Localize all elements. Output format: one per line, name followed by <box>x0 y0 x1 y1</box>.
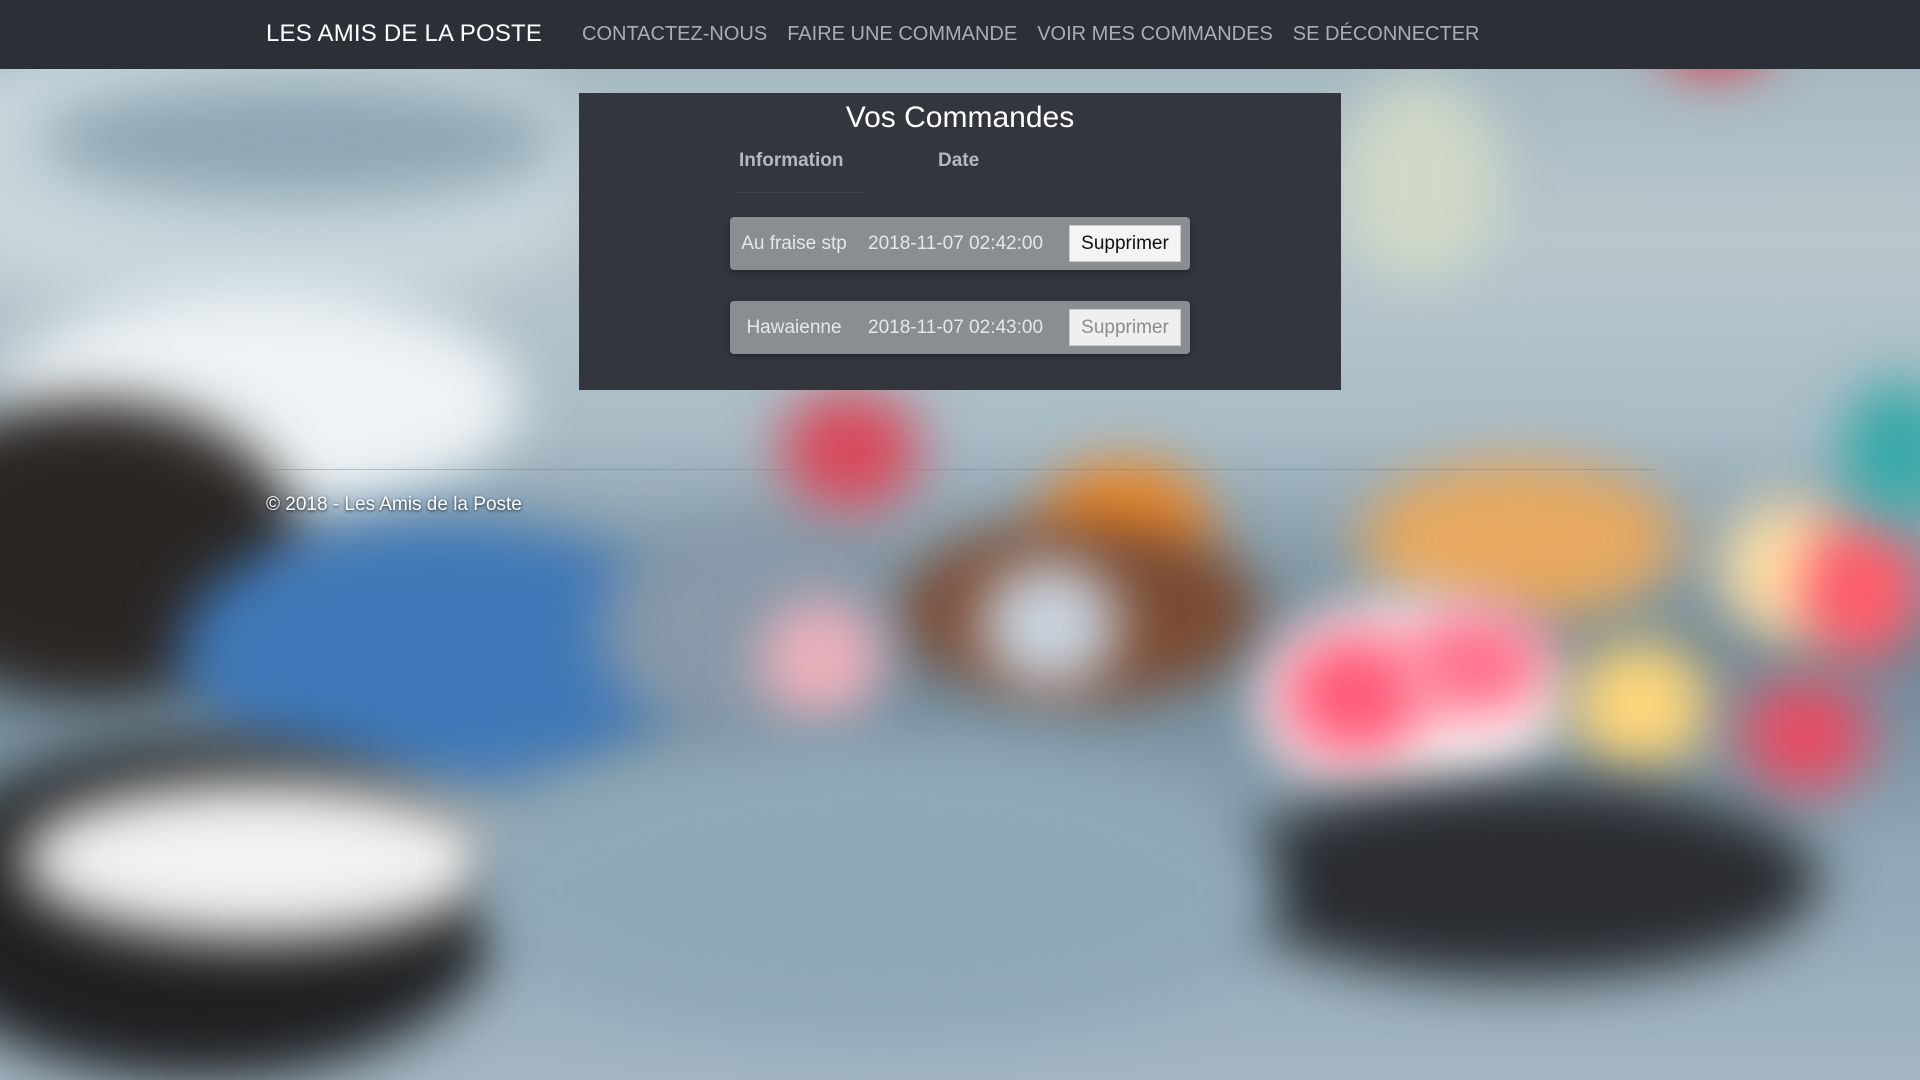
order-date: 2018-11-07 02:42:00 <box>868 233 1044 254</box>
order-row: Au fraise stp 2018-11-07 02:42:00 Suppri… <box>730 217 1190 270</box>
column-header-date: Date <box>938 150 980 171</box>
order-information: Hawaienne <box>746 317 842 338</box>
header-divider <box>735 192 865 193</box>
nav-links: CONTACTEZ-NOUS FAIRE UNE COMMANDE VOIR M… <box>582 23 1500 46</box>
footer-divider <box>266 469 1654 470</box>
order-date: 2018-11-07 02:43:00 <box>868 317 1044 338</box>
footer-copyright: © 2018 - Les Amis de la Poste <box>266 494 522 515</box>
nav-link-contact[interactable]: CONTACTEZ-NOUS <box>582 23 767 46</box>
top-navbar: LES AMIS DE LA POSTE CONTACTEZ-NOUS FAIR… <box>0 0 1920 69</box>
page-title: Vos Commandes <box>845 101 1075 134</box>
column-header-information: Information <box>739 150 844 171</box>
delete-order-button[interactable]: Supprimer <box>1069 225 1181 262</box>
delete-order-button[interactable]: Supprimer <box>1069 309 1181 346</box>
order-row: Hawaienne 2018-11-07 02:43:00 Supprimer <box>730 301 1190 354</box>
nav-link-logout[interactable]: SE DÉCONNECTER <box>1293 23 1480 46</box>
orders-panel: Vos Commandes Information Date Au fraise… <box>579 93 1341 390</box>
brand-link[interactable]: LES AMIS DE LA POSTE <box>266 20 542 48</box>
nav-link-my-orders[interactable]: VOIR MES COMMANDES <box>1037 23 1273 46</box>
order-information: Au fraise stp <box>741 233 847 254</box>
nav-link-new-order[interactable]: FAIRE UNE COMMANDE <box>787 23 1017 46</box>
